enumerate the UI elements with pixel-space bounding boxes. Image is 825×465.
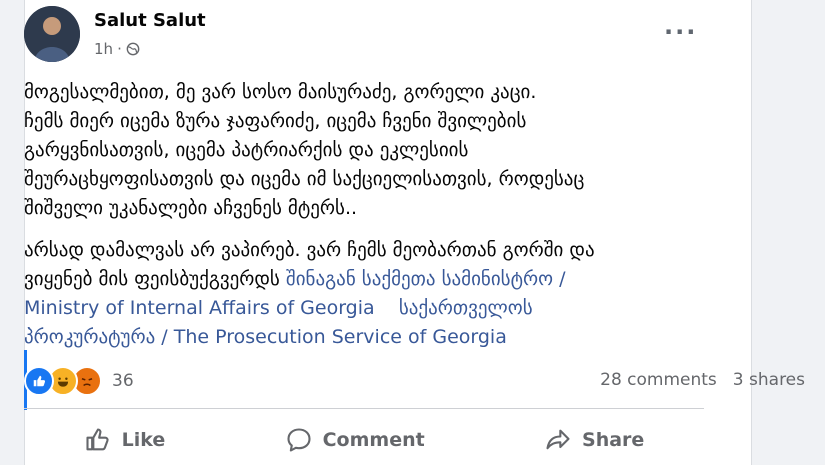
more-options-button[interactable]: ··· [664, 18, 697, 46]
action-bar: Like Comment Share [24, 418, 704, 462]
meta-separator: · [117, 40, 122, 58]
post-paragraph-1: მოგესალმებით, მე ვარ სოსო მაისურაძე, გორ… [24, 81, 585, 219]
comment-icon [287, 428, 311, 452]
like-button[interactable]: Like [68, 420, 182, 460]
like-label: Like [121, 429, 166, 451]
mention-gap [375, 297, 399, 319]
reactions-summary[interactable]: 36 [24, 366, 134, 396]
post-meta: 1h · [94, 40, 140, 58]
comment-button[interactable]: Comment [269, 420, 441, 460]
post-paragraph-2: არსად დამალვას არ ვაპირებ. ვარ ჩემს მეობ… [24, 236, 714, 352]
page-background-strip [760, 0, 825, 465]
share-arrow-icon [546, 429, 570, 450]
engagement-stats: 28 comments 3 shares [600, 370, 805, 390]
comment-label: Comment [322, 429, 425, 451]
shares-count[interactable]: 3 shares [733, 370, 805, 390]
divider [24, 408, 704, 409]
comments-count[interactable]: 28 comments [600, 370, 717, 390]
post-time[interactable]: 1h [94, 40, 113, 58]
globe-icon [126, 42, 140, 56]
avatar-photo-icon [24, 6, 80, 62]
thumbs-up-icon [86, 428, 109, 451]
like-reaction-icon [24, 366, 54, 396]
avatar[interactable] [24, 6, 80, 62]
author-name[interactable]: Salut Salut [94, 10, 206, 31]
share-label: Share [582, 429, 645, 451]
reaction-count: 36 [112, 371, 134, 391]
share-button[interactable]: Share [528, 420, 660, 460]
